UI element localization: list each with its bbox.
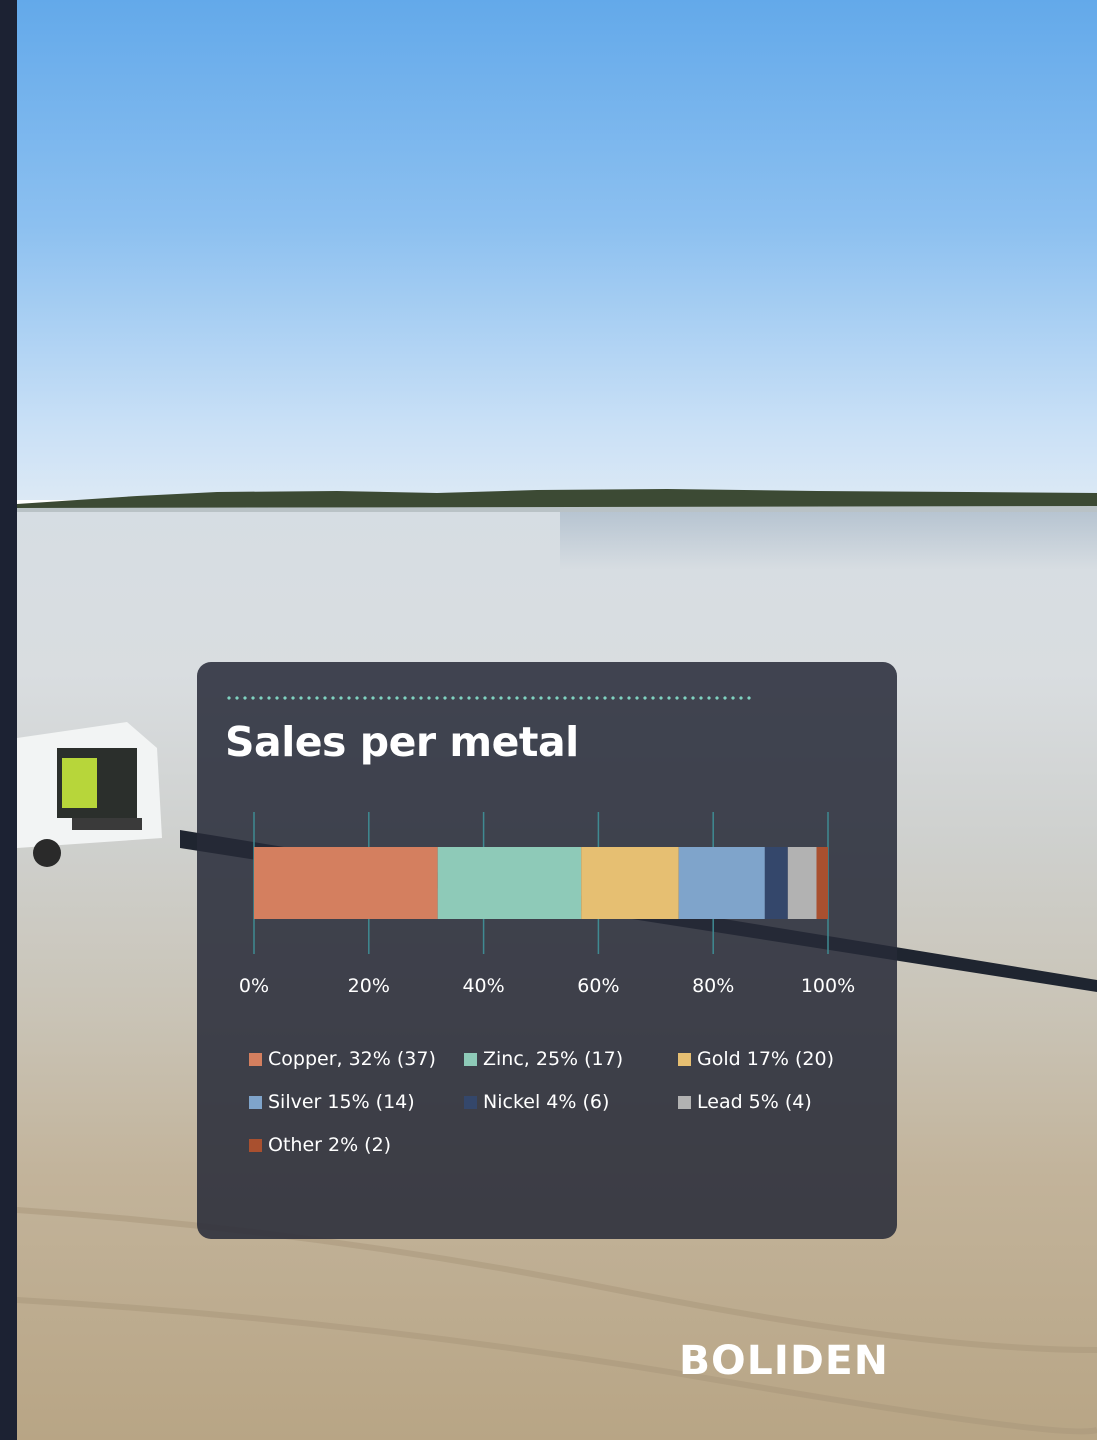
stacked-bar-chart: 0% 20% 40% 60% 80% 100% <box>239 812 855 997</box>
treeline <box>17 489 1097 512</box>
legend-item: Copper, 32% (37) <box>249 1048 436 1070</box>
x-tick-label: 100% <box>801 975 855 997</box>
legend-swatch <box>249 1138 262 1152</box>
chart-title: Sales per metal <box>225 718 579 766</box>
legend-label: Copper, 32% (37) <box>268 1048 436 1070</box>
legend-swatch <box>249 1095 262 1109</box>
bar-segment <box>764 847 788 919</box>
legend-label: Lead 5% (4) <box>697 1091 812 1113</box>
legend-swatch <box>464 1052 477 1066</box>
x-tick-label: 0% <box>239 975 269 997</box>
legend-swatch <box>464 1095 477 1109</box>
dotted-accent-line <box>225 696 755 700</box>
bar-segment <box>816 847 828 919</box>
legend-item: Other 2% (2) <box>249 1134 391 1156</box>
legend-label: Other 2% (2) <box>268 1134 392 1156</box>
bar-segment <box>787 847 817 919</box>
x-tick-label: 20% <box>348 975 390 997</box>
sky-background <box>0 0 1097 500</box>
legend-item: Nickel 4% (6) <box>464 1091 609 1113</box>
legend-label: Nickel 4% (6) <box>483 1091 610 1113</box>
legend-item: Silver 15% (14) <box>249 1091 415 1113</box>
left-side-strip <box>0 0 17 1440</box>
x-tick-label: 80% <box>692 975 734 997</box>
legend-label: Silver 15% (14) <box>268 1091 415 1113</box>
legend-label: Zinc, 25% (17) <box>483 1048 624 1070</box>
legend-item: Lead 5% (4) <box>678 1091 812 1113</box>
water-background <box>560 510 1097 570</box>
legend-swatch <box>249 1052 262 1066</box>
bar-segment <box>678 847 765 919</box>
legend-swatch <box>678 1052 691 1066</box>
chart-panel: Sales per metal 0% 20% 40% 60% 80% 100% Coppe… <box>197 662 897 1239</box>
x-tick-label: 40% <box>462 975 504 997</box>
boliden-logo: BOLIDEN <box>678 1338 889 1384</box>
truck-photo <box>17 722 162 867</box>
legend-label: Gold 17% (20) <box>697 1048 834 1070</box>
bar-segment <box>254 847 438 919</box>
legend-item: Gold 17% (20) <box>678 1048 834 1070</box>
legend-item: Zinc, 25% (17) <box>464 1048 623 1070</box>
bar-segment <box>581 847 679 919</box>
legend-swatch <box>678 1095 691 1109</box>
bar-segment <box>437 847 582 919</box>
x-tick-label: 60% <box>577 975 619 997</box>
